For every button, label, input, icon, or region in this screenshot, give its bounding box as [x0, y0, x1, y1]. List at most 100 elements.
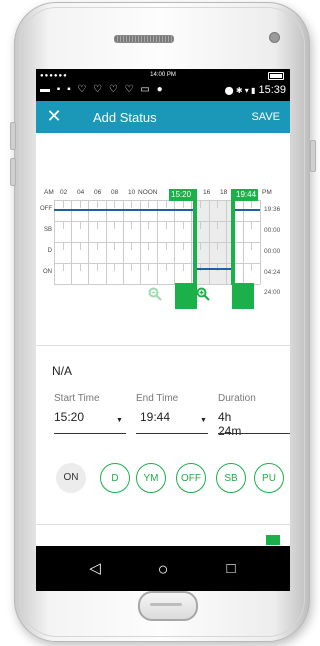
end-marker[interactable] [231, 189, 235, 285]
status-button-pu[interactable]: PU [254, 463, 284, 493]
total-off: 19:36 [264, 206, 281, 213]
grid-tick [182, 263, 184, 271]
chevron-down-icon: ▼ [200, 417, 207, 424]
grid-tick [62, 200, 64, 208]
status-button-on[interactable]: ON [56, 463, 86, 493]
grid-tick [139, 242, 141, 263]
grid-tick [114, 221, 116, 229]
save-button[interactable]: SAVE [251, 111, 280, 123]
grid-tick [208, 221, 210, 242]
grid-tick [88, 242, 90, 263]
total-on: 04:24 [264, 269, 281, 276]
android-nav-bar: ◁ ○ □ [36, 546, 290, 591]
grid-tick [71, 263, 73, 284]
off-duty-line-2 [232, 209, 260, 211]
divider [36, 345, 290, 346]
grid-tick [165, 242, 167, 250]
start-marker[interactable] [193, 189, 197, 285]
status-button-sb[interactable]: SB [216, 463, 246, 493]
hour-tick: PM [262, 189, 272, 196]
grid-tick [122, 263, 124, 284]
grid-tick [54, 221, 55, 242]
battery-icon [268, 72, 284, 80]
end-time-flag: 19:44 [234, 189, 259, 201]
grid-tick [251, 242, 253, 250]
grid-tick [62, 221, 64, 229]
power-button [310, 140, 316, 172]
hour-tick: 16 [203, 189, 211, 196]
status-button-off[interactable]: OFF [176, 463, 206, 493]
start-time-flag: 15:20 [169, 189, 194, 201]
grid-tick [62, 242, 64, 250]
grid-tick [260, 200, 261, 221]
duration-underline [218, 433, 290, 434]
total-d: 00:00 [264, 248, 281, 255]
hour-tick: 18 [220, 189, 228, 196]
grid-tick [217, 200, 219, 208]
grid-tick [54, 242, 55, 263]
notification-icons: ▬ ▪ ▪ ♡ ♡ ♡ ♡ ▭ ● [40, 84, 165, 95]
hardware-home-button[interactable] [138, 591, 198, 621]
duration-label: Duration [218, 393, 256, 404]
total-sb: 00:00 [264, 227, 281, 234]
zoom-out-icon[interactable] [148, 287, 162, 301]
close-icon[interactable]: ✕ [44, 106, 64, 126]
front-camera [269, 32, 280, 43]
end-time-label: End Time [136, 393, 179, 404]
grid-tick [225, 263, 227, 284]
grid-tick [148, 242, 150, 250]
grid-tick [96, 200, 98, 208]
android-clock: 15:39 [258, 84, 286, 96]
grid-tick [251, 263, 253, 271]
grid-tick [251, 221, 253, 229]
grid-tick [105, 263, 107, 284]
home-icon[interactable]: ○ [154, 560, 172, 578]
grid-tick [208, 242, 210, 263]
app-bar: ✕ Add Status SAVE [36, 101, 290, 133]
hour-tick: 04 [77, 189, 85, 196]
grid-tick [96, 221, 98, 229]
start-time-value: 15:20 [54, 410, 85, 424]
off-duty-line-1 [54, 209, 196, 211]
grid-tick [131, 200, 133, 208]
row-label-off: OFF [40, 206, 52, 212]
grid-tick [139, 263, 141, 284]
on-duty-line [195, 268, 233, 270]
phone-screen: ●●●●●● 14:00 PM ▬ ▪ ▪ ♡ ♡ ♡ ♡ ▭ ● ⬤ ✱ ▾ … [36, 69, 290, 591]
back-icon[interactable]: ◁ [86, 560, 104, 578]
grid-tick [260, 221, 261, 242]
grid-tick [148, 221, 150, 229]
hour-tick: 08 [111, 189, 119, 196]
duty-status-graph[interactable]: AM 02 04 06 08 10 NOON 16 18 PM OFF SB D… [36, 177, 290, 327]
recent-apps-icon[interactable]: □ [222, 560, 240, 578]
hour-tick: 02 [60, 189, 68, 196]
status-button-ym[interactable]: YM [136, 463, 166, 493]
grid-tick [88, 263, 90, 284]
hour-tick: 06 [94, 189, 102, 196]
location-text[interactable]: N/A [52, 364, 72, 378]
grid-tick [242, 263, 244, 284]
grid-tick [157, 242, 158, 263]
end-time-field[interactable]: End Time 19:44 ▼ [136, 393, 208, 434]
grid-tick [182, 221, 184, 229]
system-status: ⬤ ✱ ▾ ▮ 15:39 [225, 84, 286, 96]
grid-tick [96, 263, 98, 271]
grid-tick [79, 221, 81, 229]
grid-tick [225, 221, 227, 242]
grid-line [54, 284, 260, 285]
grid-tick [157, 221, 158, 242]
zoom-in-icon[interactable] [196, 287, 210, 301]
total-all: 24:00 [264, 289, 281, 296]
grid-tick [79, 263, 81, 271]
grid-tick [208, 263, 210, 284]
start-time-field[interactable]: Start Time 15:20 ▼ [54, 393, 126, 434]
grid-tick [88, 221, 90, 242]
volume-up-button [10, 122, 16, 150]
start-drag-handle[interactable] [175, 283, 197, 309]
grid-tick [165, 221, 167, 229]
row-label-sb: SB [43, 227, 52, 233]
end-drag-handle[interactable] [232, 283, 254, 309]
grid-tick [79, 200, 81, 208]
status-button-d[interactable]: D [100, 463, 130, 493]
grid-tick [157, 263, 158, 284]
